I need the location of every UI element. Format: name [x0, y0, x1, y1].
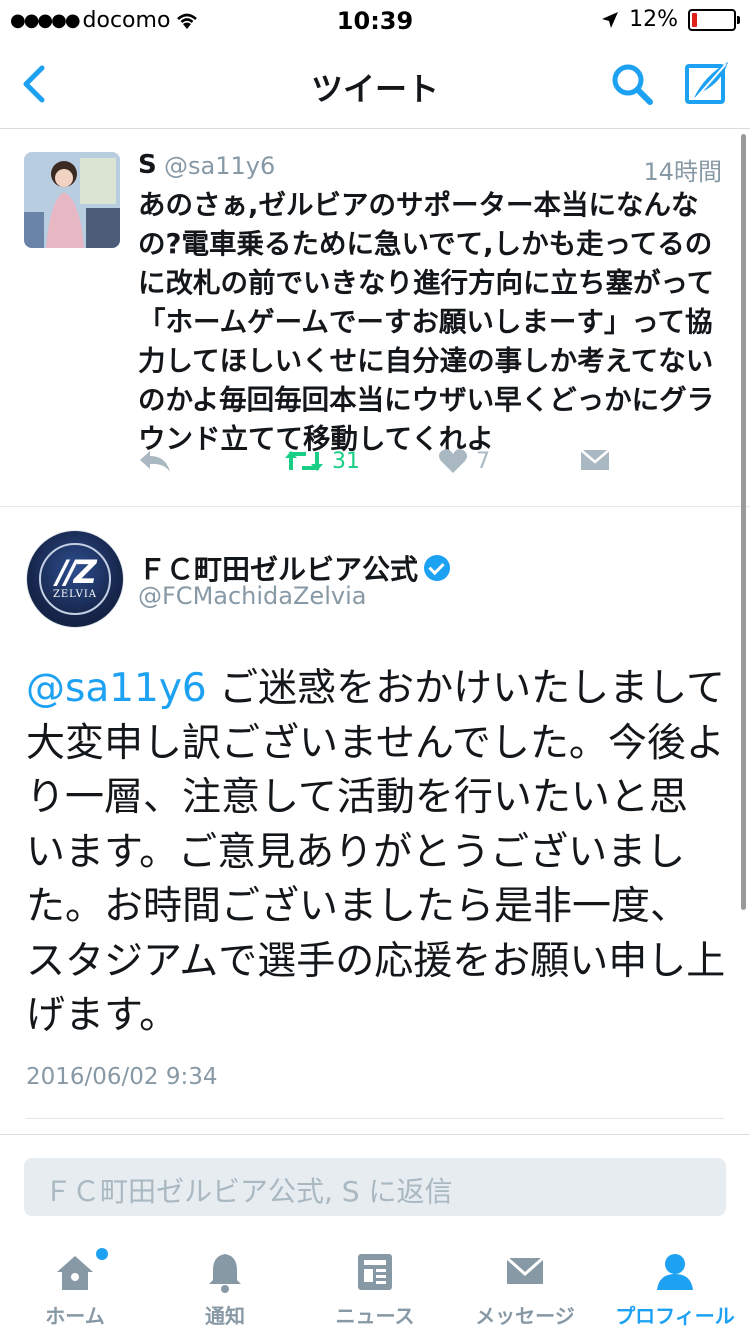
avatar-photo: [24, 152, 120, 248]
tweet-time: 14時間: [643, 158, 722, 186]
retweet-button[interactable]: 31: [284, 448, 360, 474]
divider: [0, 1134, 750, 1135]
author-name[interactable]: S: [138, 150, 157, 180]
tab-notifications[interactable]: 通知: [150, 1244, 300, 1334]
author-handle[interactable]: @sa11y6: [164, 152, 275, 180]
reply-button[interactable]: [138, 448, 172, 474]
news-icon: [358, 1254, 392, 1290]
like-count: 7: [476, 448, 490, 474]
tab-label: 通知: [205, 1304, 245, 1328]
navigation-bar: ツイート: [0, 40, 750, 129]
unread-dot: [96, 1248, 108, 1260]
like-button[interactable]: 7: [438, 448, 490, 474]
reply-icon: [140, 451, 170, 472]
verified-badge-icon: [424, 555, 451, 581]
avatar[interactable]: [24, 152, 120, 248]
compose-tweet-icon[interactable]: [682, 58, 732, 108]
retweet-count: 31: [332, 448, 360, 474]
tab-label: ニュース: [335, 1304, 415, 1328]
direct-message-button[interactable]: [580, 448, 610, 472]
battery-icon: [688, 8, 740, 31]
logo-wordmark: ZELVIA: [52, 589, 98, 600]
tab-label: プロフィール: [615, 1304, 735, 1328]
tab-label: ホーム: [45, 1304, 105, 1328]
tweet-body: ご迷惑をおかけいたしまして大変申し訳ございませんでした。今後より一層、注意して活…: [26, 666, 726, 1038]
mention-link[interactable]: @sa11y6: [26, 666, 207, 711]
tab-home[interactable]: ホーム: [0, 1244, 150, 1334]
parent-tweet[interactable]: S @sa11y6 14時間 あのさぁ,ゼルビアのサポーター本当になんなの?電車…: [0, 130, 750, 507]
envelope-icon: [580, 449, 610, 470]
status-bar: ●●●●● docomo 10:39 12%: [0, 0, 750, 40]
retweet-icon: [285, 451, 323, 471]
status-right: 12%: [601, 7, 740, 32]
reply-placeholder: ＦＣ町田ゼルビア公式, S に返信: [44, 1175, 453, 1208]
divider: [26, 1118, 724, 1119]
avatar[interactable]: //Z ZELVIA: [26, 530, 124, 628]
home-icon: [57, 1256, 93, 1290]
battery-percent: 12%: [629, 7, 678, 32]
logo-mark: //Z: [56, 553, 97, 591]
tweet-actions: 31 7: [138, 448, 698, 488]
tweet-text: @sa11y6 ご迷惑をおかけいたしまして大変申し訳ございませんでした。今後より…: [26, 662, 726, 1044]
tab-news[interactable]: ニュース: [300, 1244, 450, 1334]
author-handle[interactable]: @FCMachidaZelvia: [138, 582, 366, 610]
tab-profile[interactable]: プロフィール: [600, 1244, 750, 1334]
envelope-icon: [506, 1256, 544, 1284]
person-icon: [657, 1254, 693, 1290]
tab-bar: ホーム 通知 ニュース メッセージ プロフィール: [0, 1244, 750, 1334]
scrollbar[interactable]: [741, 134, 746, 910]
tab-label: メッセージ: [475, 1304, 575, 1328]
tweet-timestamp: 2016/06/02 9:34: [26, 1064, 218, 1090]
location-arrow-icon: [602, 11, 619, 28]
reply-input[interactable]: ＦＣ町田ゼルビア公式, S に返信: [24, 1158, 726, 1216]
tab-messages[interactable]: メッセージ: [450, 1244, 600, 1334]
search-icon[interactable]: [608, 60, 656, 108]
bell-icon: [209, 1254, 241, 1293]
tweet-text: あのさぁ,ゼルビアのサポーター本当になんなの?電車乗るために急いでて,しかも走っ…: [138, 189, 715, 455]
heart-icon: [438, 449, 468, 473]
